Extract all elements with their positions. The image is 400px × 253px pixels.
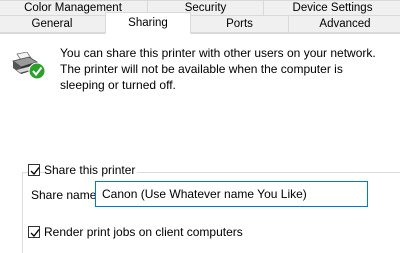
info-line: The printer will not be available when t… [60,62,343,76]
sharing-info-text: You can share this printer with other us… [60,45,390,93]
share-printer-checkbox[interactable] [28,164,40,176]
printer-share-icon [11,51,47,80]
tab-sharing[interactable]: Sharing [105,12,191,34]
share-printer-label[interactable]: Share this printer [44,163,138,177]
checkmark-icon [30,229,40,238]
info-line: You can share this printer with other us… [60,46,376,60]
render-jobs-label[interactable]: Render print jobs on client computers [44,225,243,239]
share-name-input[interactable] [95,181,368,207]
tab-content-border [0,33,400,34]
tab-general[interactable]: General [0,15,106,33]
checkmark-icon [30,167,40,176]
share-name-label: Share name: [31,188,100,202]
render-jobs-checkbox[interactable] [28,226,40,238]
tab-device-settings[interactable]: Device Settings [263,0,400,16]
info-line: sleeping or turned off. [60,78,176,92]
tab-advanced[interactable]: Advanced [288,15,400,33]
tab-strip: Color Management Security Device Setting… [0,0,400,34]
tab-ports[interactable]: Ports [190,15,289,33]
